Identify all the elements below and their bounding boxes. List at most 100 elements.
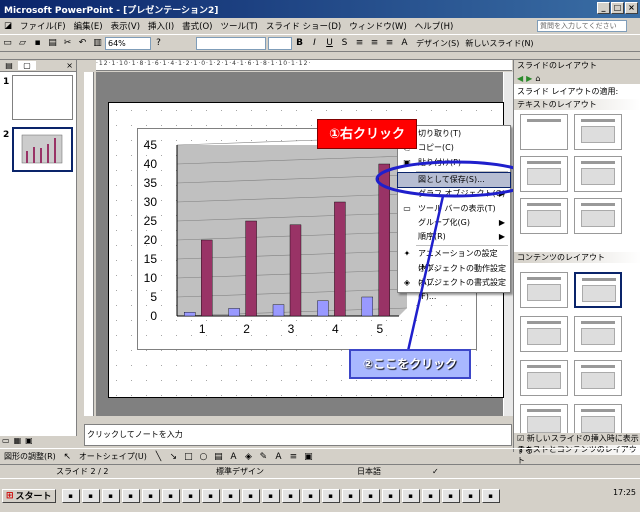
taskbar-app-icon[interactable]: ▪ (481, 488, 500, 503)
menu-item-1[interactable]: 編集(E) (70, 20, 107, 32)
menu-item-4[interactable]: 書式(O) (178, 20, 216, 32)
select-arrow-icon[interactable]: ↖ (61, 450, 74, 463)
question-box[interactable]: 質問を入力してください (537, 20, 627, 32)
align-right-icon[interactable]: ≡ (383, 37, 396, 50)
taskbar-app-icon[interactable]: ▪ (241, 488, 260, 503)
layout-thumbnail-9[interactable] (574, 316, 622, 352)
slideshow-view-icon[interactable]: ▣ (25, 436, 33, 448)
layout-thumbnail-6[interactable] (520, 272, 568, 308)
design-button[interactable]: デザイン(S) (416, 38, 459, 49)
taskbar-app-icon[interactable]: ▪ (181, 488, 200, 503)
context-menu-item-6[interactable]: グループ化(G) ▶ (398, 216, 510, 230)
normal-view-icon[interactable]: ▭ (2, 436, 10, 448)
open-icon[interactable]: ▱ (16, 37, 29, 50)
rectangle-icon[interactable]: □ (182, 450, 195, 463)
bold-icon[interactable]: B (293, 37, 306, 50)
close-button[interactable]: × (625, 2, 638, 14)
line-color-icon[interactable]: ✎ (257, 450, 270, 463)
layout-thumbnail-3[interactable] (574, 156, 622, 192)
taskbar-app-icon[interactable]: ▪ (101, 488, 120, 503)
taskbar-app-icon[interactable]: ▪ (341, 488, 360, 503)
context-menu-item-2[interactable]: ▣ 貼り付け(P) (398, 156, 510, 170)
italic-icon[interactable]: I (308, 37, 321, 50)
textbox-icon[interactable]: ▤ (212, 450, 225, 463)
chart-icon[interactable]: ▥ (91, 37, 104, 50)
context-menu-item-5[interactable]: ▭ ツール バーの表示(T) (398, 202, 510, 216)
context-menu-item-9[interactable]: オブジェクトの動作設定(A)... (398, 262, 510, 287)
autoshape-button[interactable]: オートシェイプ(U) (75, 451, 151, 462)
taskbar-app-icon[interactable]: ▪ (221, 488, 240, 503)
home-icon[interactable]: ⌂ (535, 74, 540, 83)
3d-icon[interactable]: ▣ (302, 450, 315, 463)
taskbar-app-icon[interactable]: ▪ (401, 488, 420, 503)
notes-pane[interactable]: クリックしてノートを入力 (84, 424, 512, 446)
taskbar-app-icon[interactable]: ▪ (381, 488, 400, 503)
new-slide-button[interactable]: 新しいスライド(N) (465, 38, 533, 49)
menu-item-7[interactable]: ウィンドウ(W) (345, 20, 411, 32)
sorter-view-icon[interactable]: ▦ (14, 436, 22, 448)
new-icon[interactable]: ▭ (1, 37, 14, 50)
taskbar-app-icon[interactable]: ▪ (81, 488, 100, 503)
oval-icon[interactable]: ○ (197, 450, 210, 463)
align-left-icon[interactable]: ≡ (353, 37, 366, 50)
taskbar-app-icon[interactable]: ▪ (321, 488, 340, 503)
taskbar-app-icon[interactable]: ▪ (161, 488, 180, 503)
layout-thumbnail-10[interactable] (520, 360, 568, 396)
show-on-insert-checkbox[interactable]: ☑ 新しいスライドの挿入時に表示する (514, 433, 640, 455)
taskbar-app-icon[interactable]: ▪ (121, 488, 140, 503)
taskbar-app-icon[interactable]: ▪ (281, 488, 300, 503)
underline-icon[interactable]: U (323, 37, 336, 50)
draw-menu-button[interactable]: 図形の調整(R) (0, 451, 60, 462)
help-icon[interactable]: ? (152, 37, 165, 50)
fill-color-icon[interactable]: ◈ (242, 450, 255, 463)
taskbar-app-icon[interactable]: ▪ (301, 488, 320, 503)
arrow-icon[interactable]: ↘ (167, 450, 180, 463)
line-style-icon[interactable]: ≡ (287, 450, 300, 463)
layout-thumbnail-4[interactable] (520, 198, 568, 234)
maximize-button[interactable]: □ (611, 2, 624, 14)
slide-thumbnail-2[interactable] (12, 127, 73, 172)
menu-item-3[interactable]: 挿入(I) (144, 20, 178, 32)
print-icon[interactable]: ▤ (46, 37, 59, 50)
cut-icon[interactable]: ✂ (61, 37, 74, 50)
font-size-select[interactable] (268, 36, 292, 50)
save-icon[interactable]: ▪ (31, 37, 44, 50)
taskbar-app-icon[interactable]: ▪ (261, 488, 280, 503)
forward-icon[interactable]: ▶ (526, 74, 532, 83)
context-menu-item-8[interactable]: ✦ アニメーションの設定(M)... (398, 247, 510, 272)
zoom-select[interactable]: 64% (105, 36, 151, 50)
layout-thumbnail-8[interactable] (520, 316, 568, 352)
font-color-icon[interactable]: A (398, 37, 411, 50)
slide-thumbnail-1[interactable] (12, 75, 73, 120)
menu-item-2[interactable]: 表示(V) (107, 20, 144, 32)
layout-thumbnail-0[interactable] (520, 114, 568, 150)
layout-thumbnail-1[interactable] (574, 114, 622, 150)
context-menu-item-3[interactable]: 図として保存(S)... (397, 171, 511, 188)
taskbar-app-icon[interactable]: ▪ (461, 488, 480, 503)
context-menu-item-4[interactable]: グラフ オブジェクト(O) ▶ (398, 187, 510, 201)
taskbar-app-icon[interactable]: ▪ (441, 488, 460, 503)
line-icon[interactable]: ╲ (152, 450, 165, 463)
layout-thumbnail-5[interactable] (574, 198, 622, 234)
minimize-button[interactable]: _ (597, 2, 610, 14)
wordart-icon[interactable]: A (227, 450, 240, 463)
align-center-icon[interactable]: ≡ (368, 37, 381, 50)
start-button[interactable]: ⊞ スタート (2, 488, 56, 503)
layout-thumbnail-2[interactable] (520, 156, 568, 192)
taskbar-app-icon[interactable]: ▪ (61, 488, 80, 503)
taskbar-app-icon[interactable]: ▪ (421, 488, 440, 503)
back-icon[interactable]: ◀ (517, 74, 523, 83)
menu-item-5[interactable]: ツール(T) (217, 20, 262, 32)
context-menu-item-10[interactable]: ◈ オブジェクトの書式設定(F)... (398, 276, 510, 301)
taskbar-app-icon[interactable]: ▪ (361, 488, 380, 503)
layout-thumbnail-11[interactable] (574, 360, 622, 396)
font-select[interactable] (196, 36, 266, 50)
panel-close-icon[interactable]: × (66, 61, 73, 70)
menu-item-0[interactable]: ファイル(F) (16, 20, 70, 32)
shadow-icon[interactable]: S (338, 37, 351, 50)
app-menu-icon[interactable]: ◪ (0, 21, 16, 31)
layout-thumbnail-7[interactable] (574, 272, 622, 308)
taskbar-app-icon[interactable]: ▪ (141, 488, 160, 503)
tab-outline[interactable]: ▤ (0, 61, 18, 70)
taskbar-app-icon[interactable]: ▪ (201, 488, 220, 503)
